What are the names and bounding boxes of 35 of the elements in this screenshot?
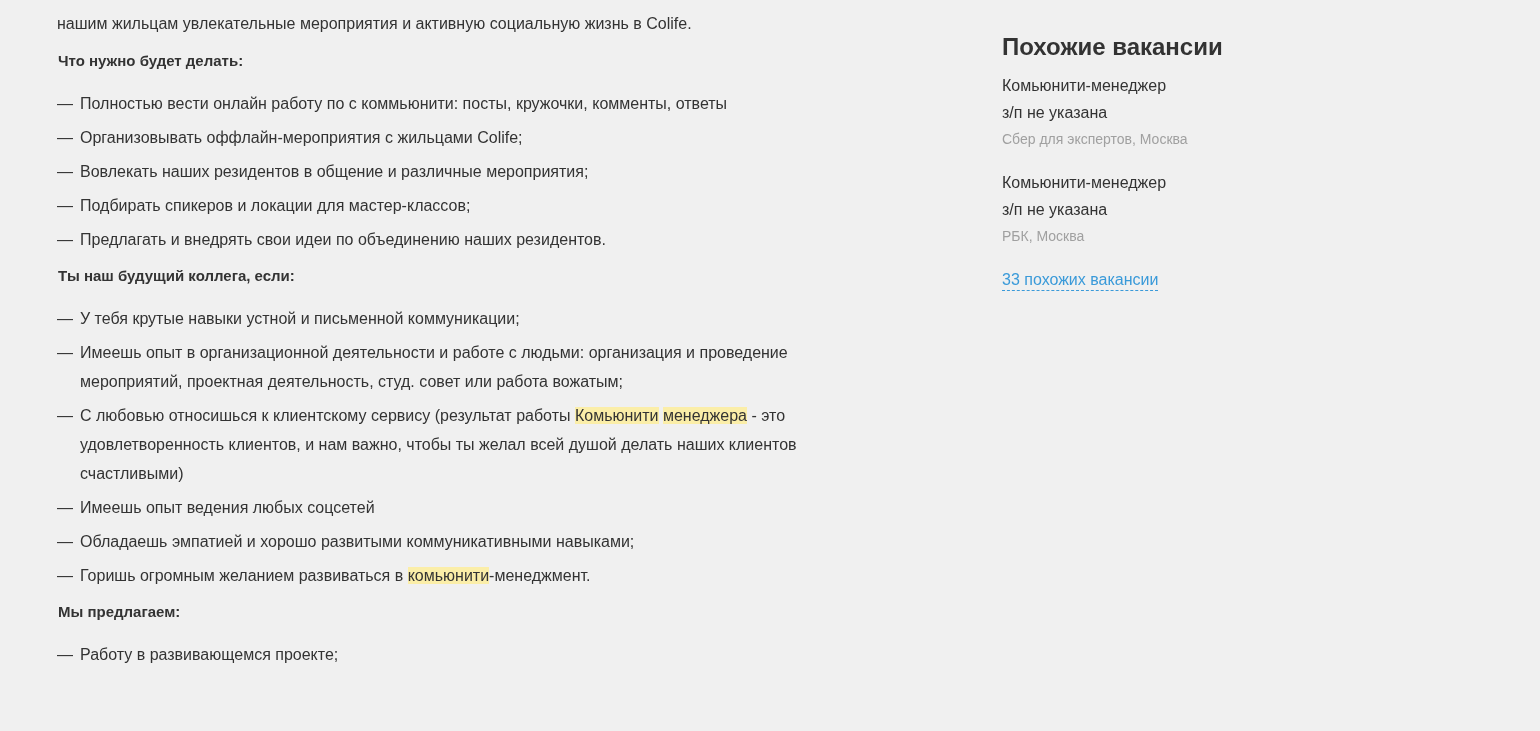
salary-text: з/п не указана bbox=[1002, 200, 1108, 220]
dash-bullet: — bbox=[57, 196, 74, 216]
company-location-text: Сбер для экспертов, Москва bbox=[1002, 130, 1188, 149]
dash-bullet: — bbox=[57, 498, 74, 518]
section-heading: Ты наш будущий коллега, если: bbox=[58, 266, 295, 286]
company-location-text: РБК, Москва bbox=[1002, 227, 1085, 246]
dash-bullet: — bbox=[57, 645, 74, 665]
list-item-text: Предлагать и внедрять свои идеи по объединению наших резидентов. bbox=[80, 230, 607, 250]
list-item-text: Вовлекать наших резидентов в общение и различные мероприятия; bbox=[80, 162, 590, 182]
salary-text: з/п не указана bbox=[1002, 103, 1108, 123]
dash-bullet: — bbox=[57, 94, 74, 114]
list-item-text: Имеешь опыт в организационной деятельности и работе с людьми: организация и проведение мероприятий, проектная деятельность, студ. совет или работа вожатым; bbox=[80, 343, 789, 392]
list-item-text: Горишь огромным желанием развиваться в комьюнити-менеджмент. bbox=[80, 566, 592, 586]
vacancy-title-link[interactable]: Комьюнити-менеджер bbox=[1002, 72, 1167, 99]
section-heading: Что нужно будет делать: bbox=[58, 51, 244, 71]
list-item-text: Имеешь опыт ведения любых соцсетей bbox=[80, 498, 376, 518]
list-item-text: Организовывать оффлайн-мероприятия с жильцами Colife; bbox=[80, 128, 524, 148]
dash-bullet: — bbox=[57, 128, 74, 148]
vacancy-title-link[interactable]: Комьюнити-менеджер bbox=[1002, 169, 1167, 196]
list-item-text: У тебя крутые навыки устной и письменной коммуникации; bbox=[80, 309, 521, 329]
list-item-text: Работу в развивающемся проекте; bbox=[80, 645, 340, 665]
list-item-text: С любовью относишься к клиентскому сервису (результат работы Комьюнити менеджера - это удовлетворенность клиентов, и нам важно, чтобы ты желал всей душой делать наших клиентов счастливыми) bbox=[80, 406, 798, 484]
dash-bullet: — bbox=[57, 343, 74, 363]
dash-bullet: — bbox=[57, 230, 74, 250]
dash-bullet: — bbox=[57, 309, 74, 329]
list-item-text: Полностью вести онлайн работу по с коммьюнити: посты, кружочки, комменты, ответы bbox=[80, 94, 729, 114]
dash-bullet: — bbox=[57, 566, 74, 586]
section-heading: Мы предлагаем: bbox=[58, 602, 181, 622]
list-item-text: Подбирать спикеров и локации для мастер-классов; bbox=[80, 196, 472, 216]
list-item-text: Обладаешь эмпатией и хорошо развитыми коммуникативными навыками; bbox=[80, 532, 636, 552]
dash-bullet: — bbox=[57, 406, 74, 426]
section-title: Похожие вакансии bbox=[1002, 32, 1224, 62]
dash-bullet: — bbox=[57, 532, 74, 552]
description-paragraph: нашим жильцам увлекательные мероприятия и активную социальную жизнь в Colife. bbox=[57, 14, 692, 34]
dash-bullet: — bbox=[57, 162, 74, 182]
